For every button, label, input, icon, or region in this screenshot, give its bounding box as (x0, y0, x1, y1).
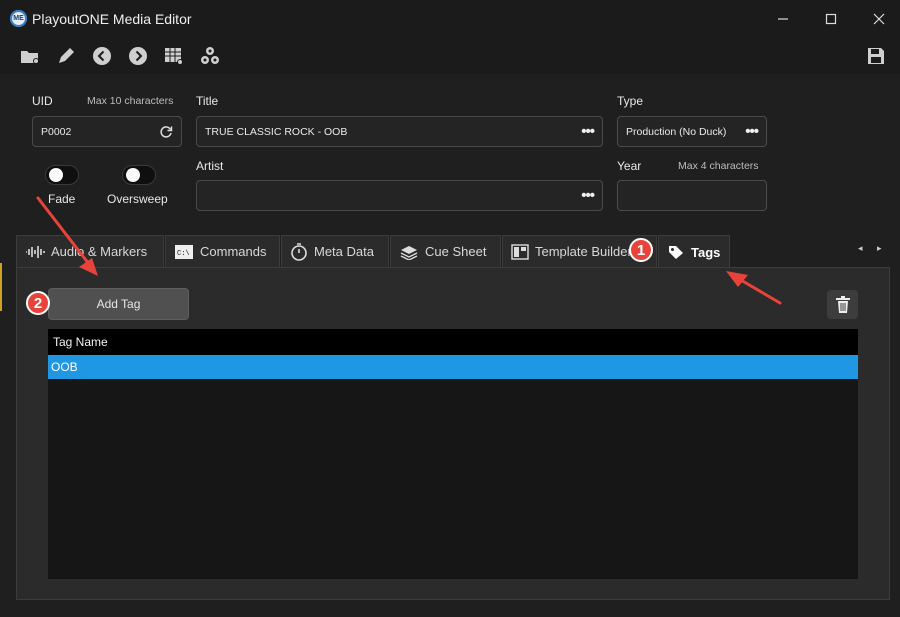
arrow-to-add-tag (36, 196, 94, 270)
arrow-head-2 (79, 258, 98, 276)
arrow-head-1 (726, 271, 748, 287)
annotation-arrows (36, 196, 782, 305)
annotation-badge-2: 2 (26, 291, 50, 315)
annotation-badge-1: 1 (629, 238, 653, 262)
